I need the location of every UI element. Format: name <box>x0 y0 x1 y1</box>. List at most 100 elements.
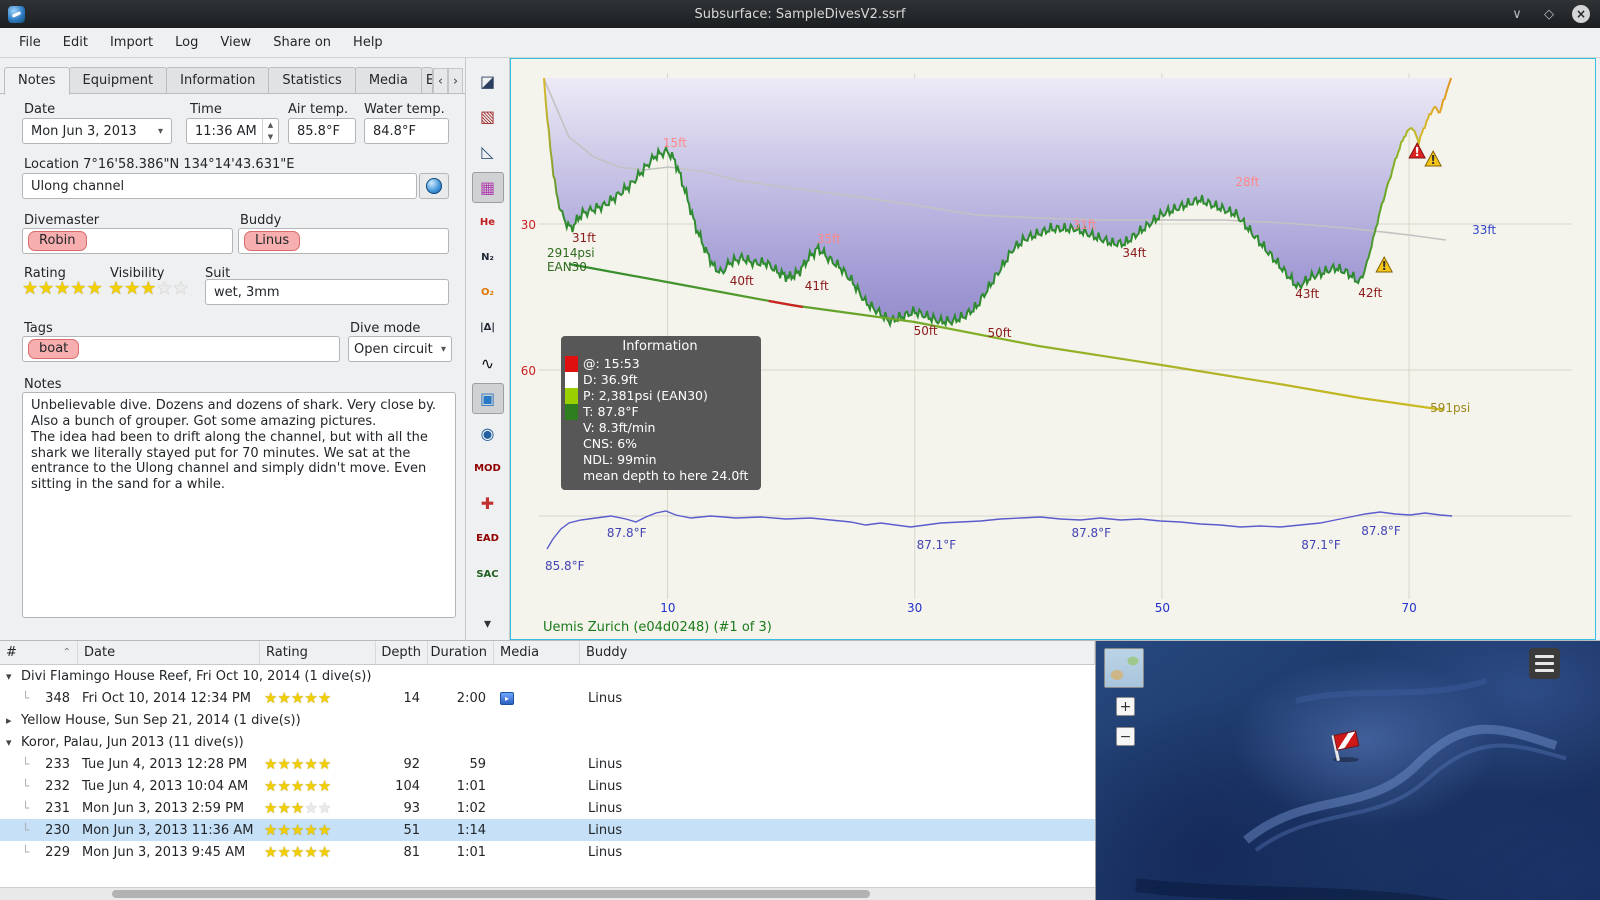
dive-row[interactable]: └ 348 Fri Oct 10, 2014 12:34 PM ★ ★ ★ ★ ★ 14 2:00… <box>0 687 1095 709</box>
map-zoom-in-button[interactable]: + <box>1116 697 1135 716</box>
tag-chip[interactable]: boat <box>28 339 80 359</box>
calculated-ceiling-icon[interactable]: ◺ <box>472 136 504 167</box>
map-overview-thumbnail[interactable] <box>1104 648 1144 688</box>
dive-computer-icon[interactable]: ◪ <box>472 66 504 97</box>
maximize-button[interactable]: ◇ <box>1540 5 1558 23</box>
menu-help[interactable]: Help <box>342 31 394 54</box>
tab-equipment[interactable]: Equipment <box>68 67 168 94</box>
divemode-combobox[interactable]: Open circuit ▾ <box>348 336 452 362</box>
column-header-media[interactable]: Media <box>494 641 580 664</box>
ead-icon[interactable]: EAD <box>472 523 504 554</box>
tab-media[interactable]: Media <box>354 67 422 94</box>
o2-partial-pressure-icon[interactable]: O₂ <box>472 277 504 308</box>
map-zoom-out-button[interactable]: − <box>1116 727 1135 746</box>
notes-tab-content: Date Mon Jun 3, 2013 ▾ Time 11:36 AM ▲ ▼ A… <box>0 94 465 640</box>
n2-partial-pressure-icon[interactable]: N₂ <box>472 242 504 273</box>
spin-up-icon[interactable]: ▲ <box>263 119 278 131</box>
tab-statistics[interactable]: Statistics <box>268 67 356 94</box>
buddy-tag[interactable]: Linus <box>244 231 301 251</box>
time-spinner[interactable]: 11:36 AM ▲ ▼ <box>186 118 279 144</box>
photos-icon[interactable]: ▣ <box>471 382 504 414</box>
dc-reported-icon[interactable]: ✚ <box>472 488 504 519</box>
trip-row[interactable]: ▾ Koror, Palau, Jun 2013 (11 dive(s)) <box>0 731 1095 753</box>
tank-bar-icon[interactable]: ◉ <box>472 418 504 449</box>
dive-rating-stars: ★ ★ ★ ★ ★ <box>260 776 376 795</box>
collapse-icon[interactable]: ▾ <box>6 736 16 749</box>
suit-field[interactable]: wet, 3mm <box>205 279 449 305</box>
rating-stars[interactable]: ★ ★ ★ ★ ★ <box>22 280 103 298</box>
menu-log[interactable]: Log <box>164 31 209 54</box>
star-icon: ★ <box>264 688 278 707</box>
scrollbar-thumb[interactable] <box>112 890 870 898</box>
dive-flag-icon <box>1333 730 1360 751</box>
heart-rate-icon[interactable]: ∿ <box>472 348 504 379</box>
notes-textarea[interactable]: Unbelievable dive. Dozens and dozens of … <box>22 392 456 618</box>
column-header-depth[interactable]: Depth <box>376 641 428 664</box>
tags-field[interactable]: boat <box>22 336 340 362</box>
tab-information[interactable]: Information <box>166 67 270 94</box>
dive-buddy: Linus <box>588 822 623 838</box>
menu-view[interactable]: View <box>209 31 262 54</box>
trip-row[interactable]: ▾ Divi Flamingo House Reef, Fri Oct 10, 2… <box>0 665 1095 687</box>
profile-infobox[interactable]: Information @: 15:53 D: 36.9ft P: 2,381psi… <box>561 336 761 490</box>
close-button[interactable]: × <box>1572 5 1590 23</box>
tab-extra-info[interactable]: E <box>420 67 433 94</box>
airtemp-field[interactable]: 85.8°F <box>288 118 356 144</box>
svg-text:40ft: 40ft <box>730 274 754 288</box>
ceiling-icon[interactable]: ▧ <box>472 101 504 132</box>
he-partial-pressure-icon[interactable]: He <box>472 207 504 238</box>
tab-notes[interactable]: Notes <box>4 67 70 95</box>
spin-down-icon[interactable]: ▼ <box>263 131 278 143</box>
column-header-duration[interactable]: Duration <box>428 641 494 664</box>
dive-site-flag-marker[interactable] <box>1325 726 1365 766</box>
dive-list-header[interactable]: # ⌃ Date Rating Depth Duration Media Buddy <box>0 641 1095 665</box>
menu-share-on[interactable]: Share on <box>262 31 342 54</box>
star-icon: ★ <box>304 776 318 795</box>
tab-scroll-right-icon[interactable]: › <box>448 68 463 94</box>
dive-date: Mon Jun 3, 2013 2:59 PM <box>82 800 245 816</box>
dive-site-map[interactable]: + − <box>1096 641 1600 900</box>
star-icon: ★ <box>108 278 125 299</box>
sac-icon[interactable]: SAC <box>472 559 504 590</box>
expand-icon[interactable]: ▸ <box>6 714 16 727</box>
minimize-button[interactable]: ∨ <box>1508 5 1526 23</box>
toolbar-scroll-down-icon[interactable]: ▾ <box>484 616 491 632</box>
tissues-icon[interactable]: ▦ <box>471 171 504 203</box>
watertemp-field[interactable]: 84.8°F <box>364 118 449 144</box>
dive-profile-chart[interactable]: 31ft 2914psi EAN30 15ft 40ft 41ft 35ft 50ft 50ft… <box>510 58 1596 640</box>
dive-row[interactable]: └ 233 Tue Jun 4, 2013 12:28 PM ★ ★ ★ ★ ★ 92 59 Lin… <box>0 753 1095 775</box>
mod-icon[interactable]: MOD <box>472 453 504 484</box>
divemaster-tag[interactable]: Robin <box>28 231 87 251</box>
map-globe-button[interactable] <box>419 173 449 199</box>
tts-icon[interactable]: |Δ| <box>472 312 504 343</box>
column-header-buddy[interactable]: Buddy <box>580 641 1095 664</box>
dive-row[interactable]: └ 229 Mon Jun 3, 2013 9:45 AM ★ ★ ★ ★ ★ 81 1:01 Li… <box>0 841 1095 863</box>
media-icon[interactable]: ▸ <box>500 691 514 705</box>
dive-row[interactable]: └ 232 Tue Jun 4, 2013 10:04 AM ★ ★ ★ ★ ★ 104 1:01… <box>0 775 1095 797</box>
star-icon: ★ <box>124 278 141 299</box>
menu-file[interactable]: File <box>8 31 52 54</box>
visibility-stars[interactable]: ★ ★ ★ ★ ★ <box>108 280 189 298</box>
star-icon: ★ <box>140 278 157 299</box>
dive-row[interactable]: └ 231 Mon Jun 3, 2013 2:59 PM ★ ★ ★ ★ ★ 93 1:02 Li… <box>0 797 1095 819</box>
date-combobox[interactable]: Mon Jun 3, 2013 ▾ <box>22 118 172 144</box>
map-menu-button[interactable] <box>1529 648 1560 679</box>
menu-edit[interactable]: Edit <box>52 31 99 54</box>
trip-row[interactable]: ▸ Yellow House, Sun Sep 21, 2014 (1 dive(… <box>0 709 1095 731</box>
horizontal-scrollbar[interactable] <box>0 887 1095 900</box>
dive-date: Mon Jun 3, 2013 11:36 AM <box>82 822 254 838</box>
column-header-num[interactable]: # ⌃ <box>0 641 78 664</box>
collapse-icon[interactable]: ▾ <box>6 670 16 683</box>
location-field[interactable]: Ulong channel <box>22 173 417 199</box>
dive-date: Fri Oct 10, 2014 12:34 PM <box>82 690 251 706</box>
svg-text:28ft: 28ft <box>1235 175 1259 189</box>
menu-import[interactable]: Import <box>99 31 164 54</box>
buddy-field[interactable]: Linus <box>238 228 449 254</box>
tab-scroll-left-icon[interactable]: ‹ <box>433 68 448 94</box>
svg-text:31ft: 31ft <box>1072 218 1096 232</box>
dive-row[interactable]: └ 230 Mon Jun 3, 2013 11:36 AM ★ ★ ★ ★ ★ 51 1:14 L… <box>0 819 1095 841</box>
divemaster-field[interactable]: Robin <box>22 228 233 254</box>
star-icon: ★ <box>277 842 291 861</box>
column-header-date[interactable]: Date <box>78 641 260 664</box>
column-header-rating[interactable]: Rating <box>260 641 376 664</box>
